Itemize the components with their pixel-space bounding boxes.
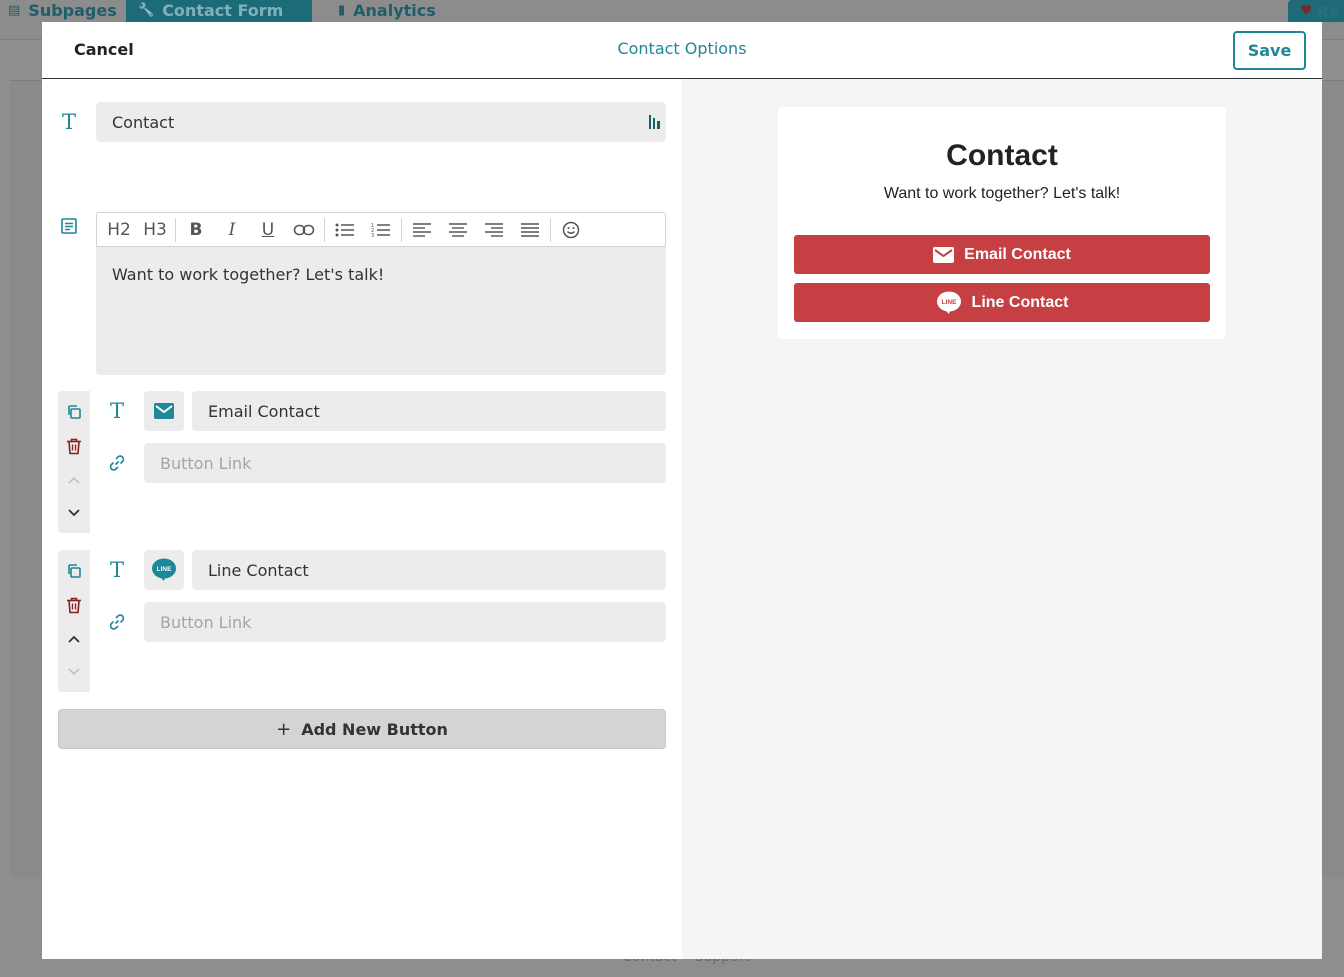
bg-tab-subpages: ▤ Subpages [8,0,117,20]
preview-title: Contact [946,139,1058,172]
heart-icon: ♥ [1300,3,1313,19]
align-left-button[interactable] [404,214,440,246]
plus-icon: + [276,718,292,740]
button-label-input[interactable]: Line Contact [192,550,666,590]
svg-text:LINE: LINE [941,299,956,306]
preview-line-button[interactable]: LINE Line Contact [794,283,1210,322]
svg-text:3: 3 [371,233,374,238]
bullet-list-icon [335,223,354,236]
move-up-icon[interactable] [62,627,86,651]
heading3-button[interactable]: H3 [137,214,173,246]
link-icon [293,224,315,235]
align-left-icon [413,222,431,237]
align-right-button[interactable] [476,214,512,246]
underline-button[interactable]: U [250,214,286,246]
title-input[interactable]: Contact [96,102,666,142]
link-button[interactable] [286,214,322,246]
bar-chart-icon: ▮ [338,2,346,18]
preview-email-button[interactable]: Email Contact [794,235,1210,274]
button-block-email: T Email Contact Button Link [58,391,666,533]
block-action-rail [58,550,90,692]
text-type-icon: T [109,399,124,423]
modal-title: Contact Options [617,39,747,58]
button-icon-picker[interactable] [144,391,184,431]
button-block-line: T LINE Line Contact Button Link [58,550,666,692]
duplicate-icon[interactable] [62,559,86,583]
numbered-list-button[interactable]: 123 [363,214,399,246]
toolbar-divider [401,217,402,242]
emoji-button[interactable] [553,214,589,246]
pages-icon: ▤ [8,2,21,18]
add-new-button[interactable]: + Add New Button [58,709,666,749]
align-right-icon [485,222,503,237]
bg-tab-analytics: ▮ Analytics [338,0,436,20]
button-link-input[interactable]: Button Link [144,602,666,642]
move-up-icon[interactable] [62,468,86,492]
wrench-icon: 🔧 [138,2,155,18]
bg-tab-contact-form: 🔧 Contact Form [126,0,312,22]
toolbar-divider [324,217,325,242]
toolbar-divider [175,217,176,242]
line-icon: LINE [152,558,176,581]
duplicate-icon[interactable] [62,400,86,424]
preview-card: Contact Want to work together? Let's tal… [778,107,1226,339]
bg-right-button: ♥ Re [1288,0,1344,22]
button-label-input[interactable]: Email Contact [192,391,666,431]
paragraph-icon [57,214,81,238]
editor-column: T Contact H2 H3 B I U 1 2 3 Want to work… [42,79,682,959]
align-justify-button[interactable] [512,214,548,246]
toolbar-divider [550,217,551,242]
numbered-list-icon: 123 [371,223,390,238]
delete-icon[interactable] [62,593,86,617]
save-button[interactable]: Save [1233,31,1306,70]
bullet-list-button[interactable] [327,214,363,246]
modal-header: Cancel Contact Options Save [42,22,1322,79]
italic-button[interactable]: I [214,214,250,246]
move-down-icon[interactable] [62,501,86,525]
link-icon [105,610,129,634]
preview-subtitle: Want to work together? Let's talk! [883,185,1121,202]
contact-options-modal: Cancel Contact Options Save T Contact H2… [42,22,1322,959]
line-icon: LINE [936,291,961,314]
text-type-icon: T [109,558,124,582]
align-center-button[interactable] [440,214,476,246]
button-link-input[interactable]: Button Link [144,443,666,483]
move-down-icon[interactable] [62,660,86,684]
svg-text:LINE: LINE [157,566,172,573]
link-icon [105,451,129,475]
variable-insert-icon[interactable] [643,110,667,134]
bold-button[interactable]: B [178,214,214,246]
heading2-button[interactable]: H2 [101,214,137,246]
editor-toolbar: H2 H3 B I U 123 [96,212,666,247]
align-justify-icon [521,222,539,237]
text-type-icon: T [61,110,76,134]
align-center-icon [449,222,467,237]
delete-icon[interactable] [62,434,86,458]
email-icon [154,403,174,419]
block-action-rail [58,391,90,533]
emoji-icon [562,221,580,238]
preview-column: Contact Want to work together? Let's tal… [682,79,1322,959]
button-icon-picker[interactable]: LINE [144,550,184,590]
email-icon [933,246,955,263]
rich-text-editor[interactable]: Want to work together? Let's talk! [96,247,666,375]
